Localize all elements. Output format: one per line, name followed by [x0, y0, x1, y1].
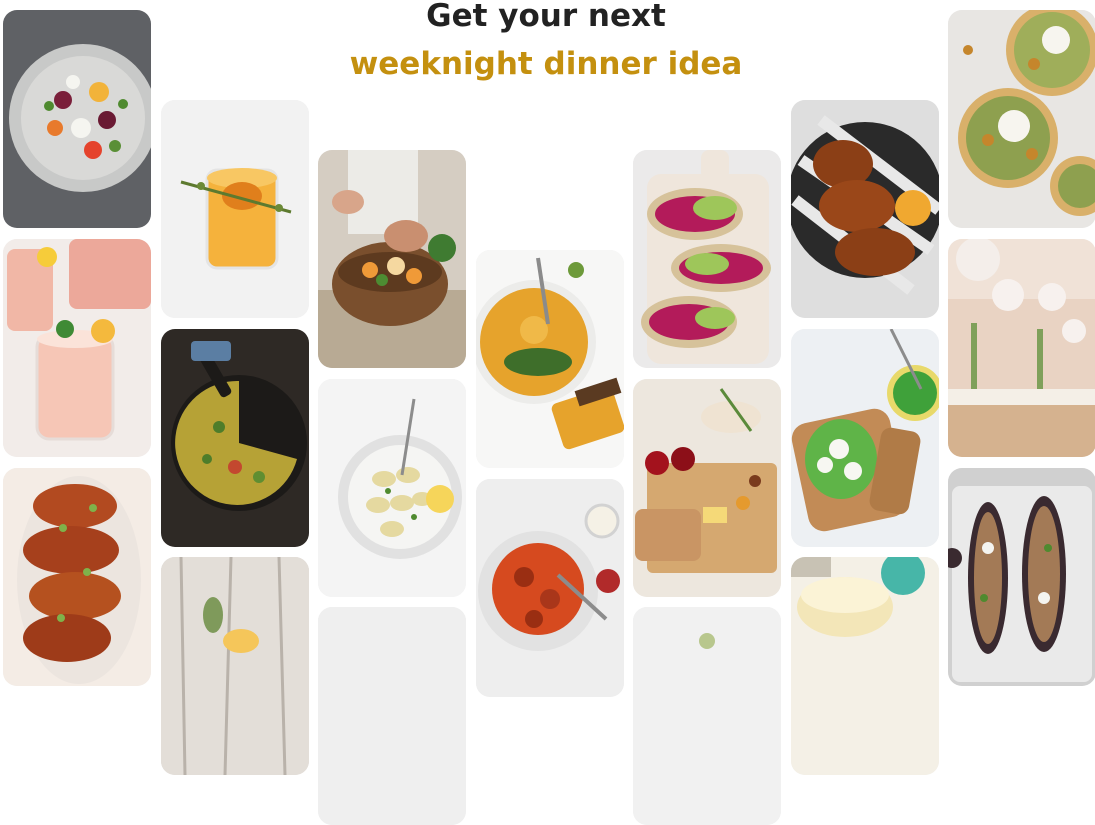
hors-doeuvre-image: [318, 607, 466, 825]
herb-frittata-image: [161, 329, 309, 547]
spaghetti-image: [476, 479, 624, 697]
rustic-table-image: [161, 557, 309, 775]
greens-image: [633, 607, 781, 825]
pea-toast-image: [791, 329, 939, 547]
pink-lemonade-image: [3, 239, 151, 457]
avocado-toast-image: [633, 150, 781, 368]
pin-party-venue[interactable]: [948, 239, 1095, 457]
pin-charcuterie[interactable]: [633, 379, 781, 597]
heading-line-2: weeknight dinner idea: [349, 46, 743, 82]
pin-tortellini[interactable]: [318, 379, 466, 597]
bowl-prep-image: [318, 150, 466, 368]
tortellini-image: [318, 379, 466, 597]
pin-pea-toast[interactable]: [791, 329, 939, 547]
pin-beet-salad[interactable]: [3, 10, 151, 228]
beet-salad-image: [3, 10, 151, 228]
pin-pink-lemonade[interactable]: [3, 239, 151, 457]
pin-grilled-chicken[interactable]: [791, 100, 939, 318]
party-venue-image: [948, 239, 1095, 457]
pin-hummus-bowl[interactable]: [476, 250, 624, 468]
pin-greens[interactable]: [633, 607, 781, 825]
pin-stuffed-eggplant[interactable]: [948, 468, 1095, 686]
pin-rustic-table[interactable]: [161, 557, 309, 775]
pin-avocado-toast[interactable]: [633, 150, 781, 368]
pin-chickpea-flatbread[interactable]: [948, 10, 1095, 228]
pin-hors-doeuvre[interactable]: [318, 607, 466, 825]
chickpea-flatbread-image: [948, 10, 1095, 228]
pin-herb-frittata[interactable]: [161, 329, 309, 547]
pin-glazed-chicken[interactable]: [3, 468, 151, 686]
grilled-chicken-image: [791, 100, 939, 318]
stuffed-eggplant-image: [948, 468, 1095, 686]
pin-citrus-cocktail[interactable]: [161, 100, 309, 318]
glazed-chicken-image: [3, 468, 151, 686]
cheese-cake-image: [791, 557, 939, 775]
pin-spaghetti[interactable]: [476, 479, 624, 697]
citrus-cocktail-image: [161, 100, 309, 318]
heading-line-1: Get your next: [426, 0, 666, 34]
hummus-bowl-image: [476, 250, 624, 468]
charcuterie-image: [633, 379, 781, 597]
pin-bowl-prep[interactable]: [318, 150, 466, 368]
page-heading: Get your next weeknight dinner idea: [320, 0, 772, 88]
pin-cheese-cake[interactable]: [791, 557, 939, 775]
